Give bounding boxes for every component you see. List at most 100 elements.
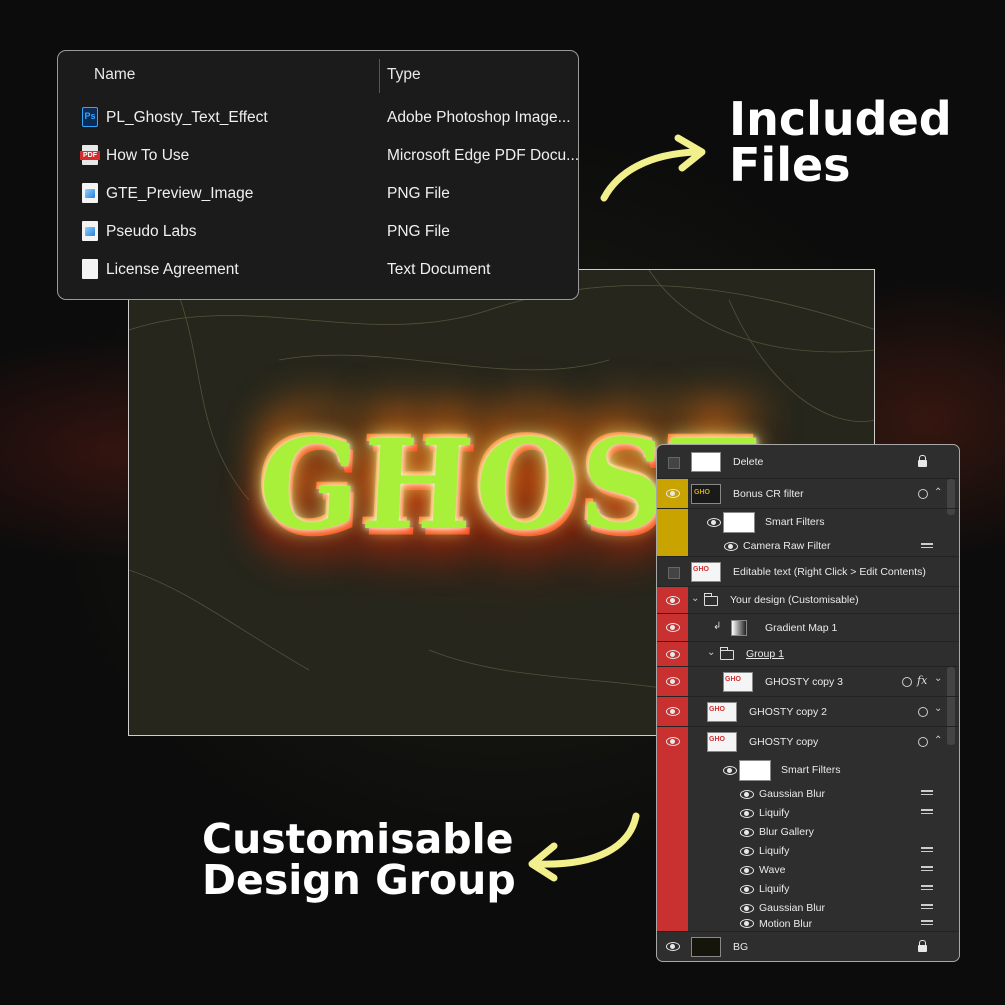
eye-icon[interactable] [723, 766, 737, 775]
filter-name: Wave [759, 864, 786, 876]
filter-options-icon[interactable] [921, 809, 933, 818]
layer-group-row[interactable]: ⌄ Group 1 [657, 642, 959, 667]
eye-icon[interactable] [666, 650, 680, 659]
layer-name: Smart Filters [765, 516, 825, 528]
column-divider[interactable] [379, 59, 380, 93]
layer-row[interactable]: GHOSTY copy ⌃ [657, 727, 959, 757]
eye-icon[interactable] [666, 942, 680, 951]
filter-row[interactable]: Liquify [657, 880, 959, 899]
photoshop-file-icon: Ps [82, 107, 98, 127]
file-row[interactable]: Pseudo Labs PNG File [58, 218, 578, 248]
filter-name: Liquify [759, 845, 790, 857]
eye-icon[interactable] [724, 542, 738, 551]
filter-row[interactable]: Liquify [657, 804, 959, 823]
file-row[interactable]: Ps PL_Ghosty_Text_Effect Adobe Photoshop… [58, 104, 578, 134]
smart-object-icon [918, 737, 928, 747]
layer-row[interactable]: Editable text (Right Click > Edit Conten… [657, 557, 959, 587]
color-label [657, 509, 688, 535]
file-type: PNG File [387, 223, 450, 240]
png-file-icon [82, 221, 98, 241]
chevron-up-icon[interactable]: ⌃ [934, 735, 942, 746]
callout-line: Files [729, 138, 851, 192]
filter-name: Liquify [759, 883, 790, 895]
eye-icon[interactable] [666, 737, 680, 746]
design-group-callout: Customisable Design Group [202, 819, 516, 901]
eye-icon[interactable] [666, 596, 680, 605]
folder-icon [720, 647, 734, 660]
fx-icon[interactable]: fx [917, 674, 927, 687]
eye-icon[interactable] [740, 847, 754, 856]
lock-icon [918, 940, 927, 952]
layer-row[interactable]: Bonus CR filter ⌃ [657, 479, 959, 509]
filter-name: Gaussian Blur [759, 902, 825, 914]
eye-icon[interactable] [666, 489, 680, 498]
eye-icon[interactable] [740, 919, 754, 928]
eye-icon[interactable] [666, 623, 680, 632]
layer-name: Bonus CR filter [733, 488, 804, 500]
column-header-type[interactable]: Type [387, 66, 421, 88]
eye-icon[interactable] [740, 904, 754, 913]
filter-options-icon[interactable] [921, 904, 933, 913]
eye-icon[interactable] [740, 828, 754, 837]
filter-row[interactable]: Gaussian Blur [657, 899, 959, 918]
file-name: License Agreement [106, 261, 239, 278]
eye-icon[interactable] [740, 866, 754, 875]
filter-mask-thumbnail [723, 512, 755, 533]
png-file-icon [82, 183, 98, 203]
filter-row[interactable]: Wave [657, 861, 959, 880]
layer-row[interactable]: GHOSTY copy 3 fx ⌄ [657, 667, 959, 697]
file-row[interactable]: License Agreement Text Document [58, 256, 578, 286]
column-header-name[interactable]: Name [94, 66, 135, 88]
eye-icon[interactable] [707, 518, 721, 527]
filter-options-icon[interactable] [921, 847, 933, 856]
layer-name: Your design (Customisable) [730, 594, 859, 606]
layer-row[interactable]: Delete [657, 445, 959, 479]
file-type: PNG File [387, 185, 450, 202]
layer-row[interactable]: Smart Filters [657, 757, 959, 785]
file-name: PL_Ghosty_Text_Effect [106, 109, 268, 126]
layer-group-row[interactable]: ⌄ Your design (Customisable) [657, 587, 959, 614]
layer-thumbnail [691, 562, 721, 582]
layer-row[interactable]: Smart Filters [657, 509, 959, 535]
layer-name: Group 1 [746, 648, 784, 660]
layer-thumbnail [707, 702, 737, 722]
chevron-down-icon[interactable]: ⌄ [691, 593, 699, 604]
chevron-down-icon[interactable]: ⌄ [934, 673, 942, 684]
color-label [657, 842, 688, 861]
eye-icon[interactable] [666, 707, 680, 716]
eye-icon[interactable] [740, 809, 754, 818]
callout-line: Customisable [202, 815, 514, 863]
eye-icon[interactable] [666, 677, 680, 686]
filter-options-icon[interactable] [921, 920, 933, 929]
color-label [657, 535, 688, 556]
file-type: Text Document [387, 261, 491, 278]
layer-row[interactable]: GHOSTY copy 2 ⌄ [657, 697, 959, 727]
filter-options-icon[interactable] [921, 543, 933, 552]
layer-row[interactable]: Camera Raw Filter [657, 535, 959, 557]
chevron-up-icon[interactable]: ⌃ [934, 487, 942, 498]
filter-name: Gaussian Blur [759, 788, 825, 800]
layer-row[interactable]: BG [657, 932, 959, 961]
filter-row[interactable]: Liquify [657, 842, 959, 861]
folder-icon [704, 593, 718, 606]
eye-icon[interactable] [740, 790, 754, 799]
filter-name: Liquify [759, 807, 790, 819]
chevron-down-icon[interactable]: ⌄ [707, 647, 715, 658]
visibility-toggle[interactable] [668, 567, 680, 579]
layer-thumbnail [691, 937, 721, 957]
layers-panel: Delete Bonus CR filter ⌃ Smart Filters C… [656, 444, 960, 962]
file-row[interactable]: GTE_Preview_Image PNG File [58, 180, 578, 210]
visibility-toggle[interactable] [668, 457, 680, 469]
filter-options-icon[interactable] [921, 885, 933, 894]
filter-row[interactable]: Gaussian Blur [657, 785, 959, 804]
file-row[interactable]: How To Use Microsoft Edge PDF Docu... [58, 142, 579, 172]
filter-row[interactable]: Motion Blur [657, 918, 959, 932]
chevron-down-icon[interactable]: ⌄ [934, 703, 942, 714]
filter-row[interactable]: Blur Gallery [657, 823, 959, 842]
eye-icon[interactable] [740, 885, 754, 894]
filter-options-icon[interactable] [921, 790, 933, 799]
file-explorer-panel: Name Type Ps PL_Ghosty_Text_Effect Adobe… [57, 50, 579, 300]
filter-mask-thumbnail [739, 760, 771, 781]
filter-options-icon[interactable] [921, 866, 933, 875]
layer-row[interactable]: ↲ Gradient Map 1 [657, 614, 959, 642]
